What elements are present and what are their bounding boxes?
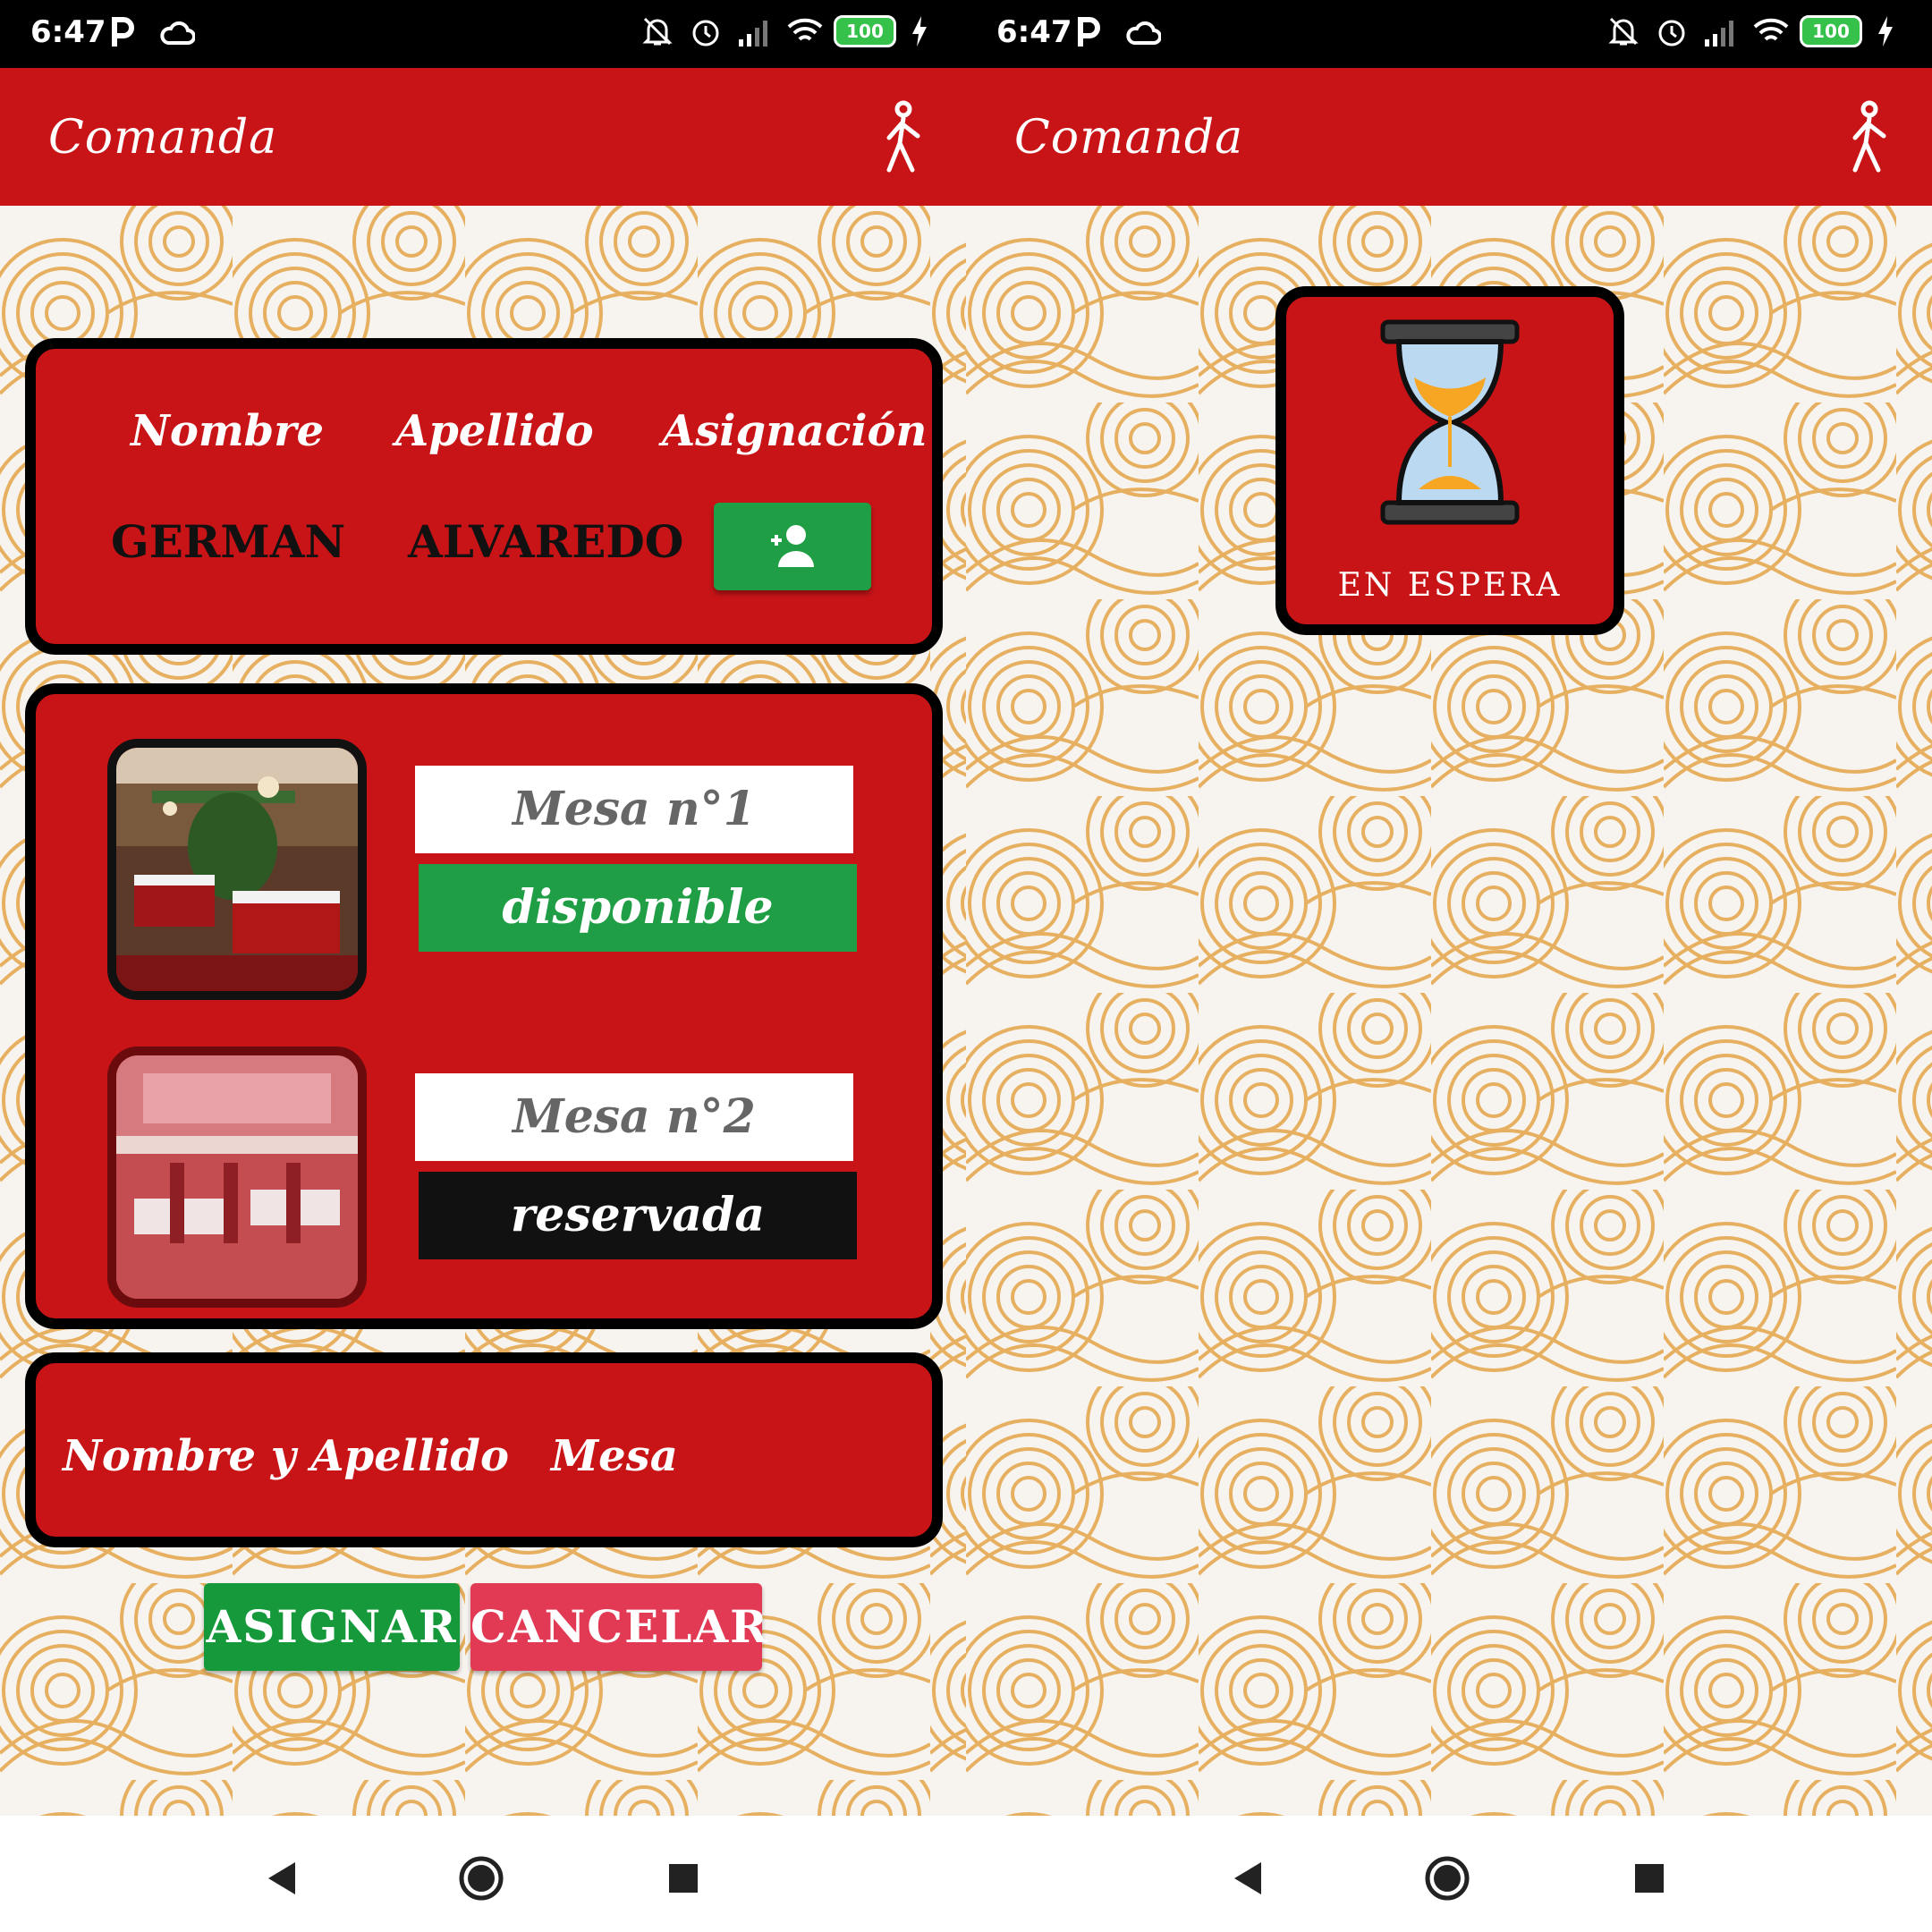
- summary-card: Nombre y Apellido Mesa: [25, 1352, 943, 1547]
- battery-indicator: 100: [1800, 15, 1862, 47]
- recents-icon[interactable]: [667, 1862, 699, 1899]
- table-2-photo[interactable]: [107, 1046, 367, 1308]
- header-asignacion: Asignación: [662, 406, 928, 456]
- add-person-icon: [771, 525, 814, 567]
- walking-person-icon[interactable]: [873, 98, 936, 179]
- waiting-label: EN ESPERA: [1337, 567, 1563, 604]
- navigation-bar: [0, 1816, 966, 1932]
- assign-person-button[interactable]: [714, 503, 871, 590]
- charging-icon: [911, 14, 945, 48]
- recents-icon[interactable]: [1633, 1862, 1665, 1899]
- home-icon[interactable]: [458, 1855, 504, 1906]
- alarm-icon: [689, 14, 723, 48]
- status-bar: 6:47 100: [966, 0, 1932, 68]
- table-1-label: Mesa n°1: [415, 766, 853, 853]
- waiting-card[interactable]: EN ESPERA: [1275, 286, 1624, 635]
- cloud-icon: [159, 16, 196, 50]
- alarm-icon: [1655, 14, 1689, 48]
- charging-icon: [1877, 14, 1911, 48]
- table-1-photo[interactable]: [107, 739, 367, 1000]
- table-2-status[interactable]: reservada: [419, 1172, 857, 1259]
- person-nombre: GERMAN: [111, 515, 346, 568]
- status-time: 6:47: [996, 14, 1072, 50]
- back-icon[interactable]: [1231, 1860, 1263, 1901]
- bell-off-icon: [640, 14, 674, 48]
- person-card: Nombre Apellido Asignación GERMAN ALVARE…: [25, 338, 943, 655]
- asignar-button[interactable]: ASIGNAR: [204, 1583, 460, 1671]
- screen-en-espera: 6:47 100 Comanda EN ESPERA: [966, 0, 1932, 1932]
- bell-off-icon: [1606, 14, 1640, 48]
- status-time: 6:47: [30, 14, 106, 50]
- battery-indicator: 100: [834, 15, 896, 47]
- table-2-label: Mesa n°2: [415, 1073, 853, 1161]
- signal-icon: [1703, 14, 1737, 48]
- wifi-icon: [1751, 14, 1789, 48]
- screen-asignacion: 6:47 100 Comanda Nombre Apellido Asignac…: [0, 0, 966, 1932]
- wifi-icon: [785, 14, 823, 48]
- status-bar: 6:47 100: [0, 0, 966, 68]
- summary-mesa: Mesa: [551, 1431, 678, 1481]
- cancelar-button[interactable]: CANCELAR: [470, 1583, 767, 1671]
- summary-nombre-apellido: Nombre y Apellido: [63, 1431, 510, 1481]
- header-nombre: Nombre: [131, 406, 325, 456]
- header-apellido: Apellido: [395, 406, 594, 456]
- tables-card: Mesa n°1 disponible Mesa n°2 reservada: [25, 683, 943, 1329]
- person-apellido: ALVAREDO: [408, 515, 684, 568]
- walking-person-icon[interactable]: [1839, 98, 1902, 179]
- navigation-bar: [966, 1816, 1932, 1932]
- app-title: Comanda: [48, 111, 278, 165]
- parking-icon: [109, 16, 143, 50]
- signal-icon: [737, 14, 771, 48]
- home-icon[interactable]: [1424, 1855, 1470, 1906]
- cloud-icon: [1125, 16, 1162, 50]
- app-bar: Comanda: [0, 68, 966, 206]
- app-bar: Comanda: [966, 68, 1932, 206]
- parking-icon: [1075, 16, 1109, 50]
- table-1-status[interactable]: disponible: [419, 864, 857, 952]
- hourglass-icon: [1380, 319, 1520, 525]
- app-title: Comanda: [1014, 111, 1244, 165]
- back-icon[interactable]: [265, 1860, 297, 1901]
